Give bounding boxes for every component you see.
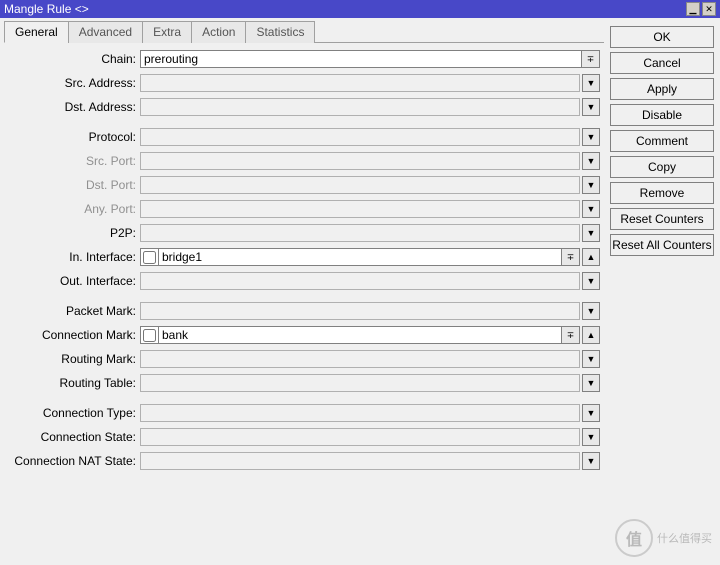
routing-table-input[interactable] [140, 374, 580, 392]
connection-type-input[interactable] [140, 404, 580, 422]
p2p-expand-icon[interactable]: ▼ [582, 224, 600, 242]
connection-nat-state-expand-icon[interactable]: ▼ [582, 452, 600, 470]
disable-button[interactable]: Disable [610, 104, 714, 126]
tab-bar: General Advanced Extra Action Statistics [4, 20, 604, 43]
routing-table-label: Routing Table: [8, 376, 140, 390]
routing-mark-input[interactable] [140, 350, 580, 368]
src-address-label: Src. Address: [8, 76, 140, 90]
remove-button[interactable]: Remove [610, 182, 714, 204]
form-panel: General Advanced Extra Action Statistics… [0, 18, 608, 565]
routing-mark-label: Routing Mark: [8, 352, 140, 366]
chain-dropdown-icon[interactable]: ∓ [582, 50, 600, 68]
dst-address-input[interactable] [140, 98, 580, 116]
apply-button[interactable]: Apply [610, 78, 714, 100]
protocol-input[interactable] [140, 128, 580, 146]
watermark-text: 什么值得买 [657, 530, 712, 546]
out-interface-input[interactable] [140, 272, 580, 290]
tab-extra[interactable]: Extra [142, 21, 192, 43]
cancel-button[interactable]: Cancel [610, 52, 714, 74]
dst-port-input [140, 176, 580, 194]
reset-counters-button[interactable]: Reset Counters [610, 208, 714, 230]
connection-mark-invert-checkbox[interactable] [140, 326, 158, 344]
in-interface-input[interactable]: bridge1 [158, 248, 562, 266]
window-controls: ▁ ✕ [686, 2, 716, 16]
chain-label: Chain: [8, 52, 140, 66]
out-interface-expand-icon[interactable]: ▼ [582, 272, 600, 290]
src-port-label: Src. Port: [8, 154, 140, 168]
routing-mark-expand-icon[interactable]: ▼ [582, 350, 600, 368]
watermark: 值 什么值得买 [615, 519, 712, 557]
src-address-input[interactable] [140, 74, 580, 92]
out-interface-label: Out. Interface: [8, 274, 140, 288]
dst-port-expand-icon[interactable]: ▼ [582, 176, 600, 194]
copy-button[interactable]: Copy [610, 156, 714, 178]
protocol-expand-icon[interactable]: ▼ [582, 128, 600, 146]
p2p-label: P2P: [8, 226, 140, 240]
connection-nat-state-input[interactable] [140, 452, 580, 470]
watermark-badge: 值 [615, 519, 653, 557]
src-address-expand-icon[interactable]: ▼ [582, 74, 600, 92]
window-title: Mangle Rule <> [4, 2, 686, 16]
any-port-label: Any. Port: [8, 202, 140, 216]
tab-action[interactable]: Action [191, 21, 246, 43]
any-port-input [140, 200, 580, 218]
tab-statistics[interactable]: Statistics [245, 21, 315, 43]
titlebar: Mangle Rule <> ▁ ✕ [0, 0, 720, 18]
src-port-expand-icon[interactable]: ▼ [582, 152, 600, 170]
ok-button[interactable]: OK [610, 26, 714, 48]
in-interface-label: In. Interface: [8, 250, 140, 264]
dst-address-expand-icon[interactable]: ▼ [582, 98, 600, 116]
packet-mark-label: Packet Mark: [8, 304, 140, 318]
connection-type-label: Connection Type: [8, 406, 140, 420]
p2p-input[interactable] [140, 224, 580, 242]
src-port-input [140, 152, 580, 170]
connection-mark-label: Connection Mark: [8, 328, 140, 342]
packet-mark-expand-icon[interactable]: ▼ [582, 302, 600, 320]
in-interface-dropdown-icon[interactable]: ∓ [562, 248, 580, 266]
any-port-expand-icon[interactable]: ▼ [582, 200, 600, 218]
connection-state-label: Connection State: [8, 430, 140, 444]
packet-mark-input[interactable] [140, 302, 580, 320]
in-interface-invert-checkbox[interactable] [140, 248, 158, 266]
dst-address-label: Dst. Address: [8, 100, 140, 114]
reset-all-counters-button[interactable]: Reset All Counters [610, 234, 714, 256]
connection-nat-state-label: Connection NAT State: [8, 454, 140, 468]
in-interface-collapse-icon[interactable]: ▲ [582, 248, 600, 266]
tab-general[interactable]: General [4, 21, 69, 43]
comment-button[interactable]: Comment [610, 130, 714, 152]
close-icon[interactable]: ✕ [702, 2, 716, 16]
dst-port-label: Dst. Port: [8, 178, 140, 192]
action-buttons: OK Cancel Apply Disable Comment Copy Rem… [608, 18, 720, 565]
minimize-icon[interactable]: ▁ [686, 2, 700, 16]
connection-type-expand-icon[interactable]: ▼ [582, 404, 600, 422]
connection-state-input[interactable] [140, 428, 580, 446]
connection-mark-input[interactable]: bank [158, 326, 562, 344]
connection-state-expand-icon[interactable]: ▼ [582, 428, 600, 446]
protocol-label: Protocol: [8, 130, 140, 144]
chain-input[interactable]: prerouting [140, 50, 582, 68]
routing-table-expand-icon[interactable]: ▼ [582, 374, 600, 392]
connection-mark-dropdown-icon[interactable]: ∓ [562, 326, 580, 344]
connection-mark-collapse-icon[interactable]: ▲ [582, 326, 600, 344]
tab-advanced[interactable]: Advanced [68, 21, 143, 43]
